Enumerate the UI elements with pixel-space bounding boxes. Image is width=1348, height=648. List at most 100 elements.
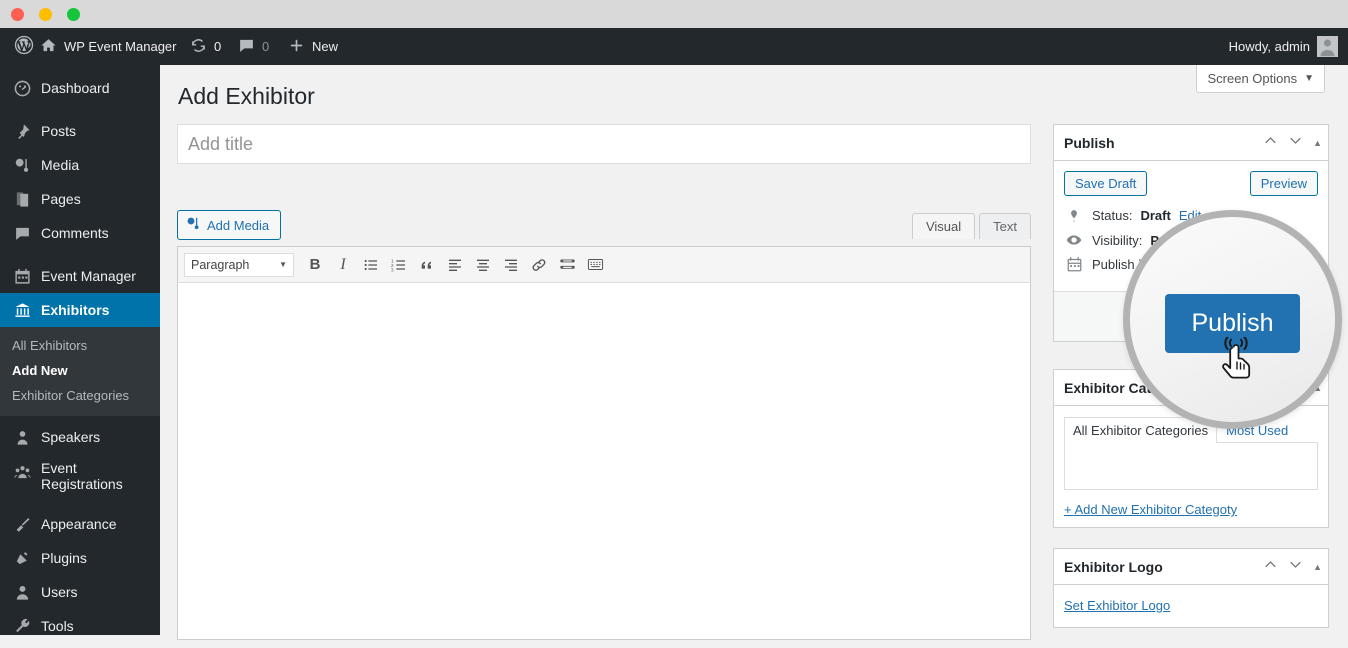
sidebar-item-appearance[interactable]: Appearance: [0, 507, 160, 541]
logo-box-title: Exhibitor Logo: [1064, 558, 1163, 575]
sidebar-item-users[interactable]: Users: [0, 575, 160, 609]
window-close-button[interactable]: [11, 8, 24, 21]
wordpress-logo-button[interactable]: [8, 28, 40, 65]
screen-options-button[interactable]: Screen Options ▼: [1196, 65, 1325, 93]
publish-box-title: Publish: [1064, 134, 1115, 151]
post-editor: Add Media Visual Text Paragraph ▼ B I 12…: [177, 210, 1031, 640]
post-title-input[interactable]: Add title: [177, 124, 1031, 164]
calendar-icon: [1064, 257, 1084, 272]
toolbar-toggle-icon[interactable]: [582, 252, 608, 278]
site-name-menu[interactable]: WP Event Manager: [40, 28, 176, 65]
set-exhibitor-logo-link[interactable]: Set Exhibitor Logo: [1064, 598, 1170, 613]
pin-marker-icon: [1064, 209, 1084, 223]
media-icon: [186, 216, 201, 234]
status-value: Draft: [1140, 208, 1171, 223]
sidebar-item-exhibitors[interactable]: Exhibitors: [0, 293, 160, 327]
move-up-icon[interactable]: [1263, 557, 1278, 577]
screen-options-label: Screen Options: [1207, 71, 1298, 86]
sidebar-label: Event Registrations: [41, 460, 123, 493]
postbox-handles: ▲: [1263, 125, 1322, 161]
toggle-panel-icon[interactable]: ▲: [1313, 138, 1322, 148]
add-new-exhibitor-category-link[interactable]: + Add New Exhibitor Categoty: [1064, 502, 1318, 517]
comments-icon: [12, 223, 32, 243]
new-content-menu[interactable]: New: [288, 28, 338, 65]
sidebar-item-exhibitor-categories[interactable]: Exhibitor Categories: [0, 383, 160, 408]
window-minimize-button[interactable]: [39, 8, 52, 21]
sidebar-item-event-manager[interactable]: Event Manager: [0, 259, 160, 293]
page-title: Add Exhibitor: [178, 83, 315, 109]
category-checklist[interactable]: [1064, 443, 1318, 490]
editor-content-area[interactable]: [177, 283, 1031, 640]
wrench-icon: [12, 616, 32, 636]
sidebar-label: Appearance: [41, 516, 117, 532]
tab-visual[interactable]: Visual: [911, 213, 976, 239]
sidebar-label: Tools: [41, 618, 74, 634]
brush-icon: [12, 514, 32, 534]
align-left-icon[interactable]: [442, 252, 468, 278]
status-label: Status:: [1092, 208, 1133, 223]
site-name-label: WP Event Manager: [64, 39, 177, 54]
sidebar-item-add-new[interactable]: Add New: [0, 358, 160, 383]
updates-menu[interactable]: 0: [190, 28, 221, 65]
sidebar-label: Plugins: [41, 550, 87, 566]
sidebar-label: Speakers: [41, 429, 101, 445]
click-hand-cursor: [1218, 336, 1258, 383]
plug-icon: [12, 548, 32, 568]
sidebar-item-dashboard[interactable]: Dashboard: [0, 71, 160, 105]
sidebar-label: Event Manager: [41, 268, 136, 284]
add-media-button[interactable]: Add Media: [177, 210, 282, 240]
bold-icon[interactable]: B: [302, 252, 328, 278]
calendar-icon: [12, 266, 32, 286]
exhibitor-logo-box: Exhibitor Logo ▲ Set Exhibitor Logo: [1053, 548, 1329, 628]
svg-text:3: 3: [391, 267, 394, 272]
publish-actions-row: Save Draft Preview: [1064, 171, 1318, 196]
user-icon: [12, 582, 32, 602]
preview-button[interactable]: Preview: [1249, 171, 1318, 196]
sidebar-item-event-registrations[interactable]: Event Registrations: [0, 454, 160, 498]
tab-text[interactable]: Text: [979, 213, 1031, 239]
admin-sidebar-menu: Dashboard Posts Media Pages Comments Eve…: [0, 65, 160, 635]
new-label: New: [312, 39, 339, 54]
logo-box-body: Set Exhibitor Logo: [1054, 585, 1328, 627]
editor-toolbar: Paragraph ▼ B I 123: [177, 246, 1031, 283]
logo-box-header: Exhibitor Logo ▲: [1054, 549, 1328, 585]
move-down-icon[interactable]: [1288, 557, 1303, 577]
sidebar-label: Pages: [41, 191, 81, 207]
sidebar-label: Exhibitors: [41, 302, 110, 318]
toggle-panel-icon[interactable]: ▲: [1313, 562, 1322, 572]
comments-menu[interactable]: 0: [238, 28, 269, 65]
save-draft-button[interactable]: Save Draft: [1064, 171, 1148, 196]
wp-admin-bar: WP Event Manager 0 0 New Howdy, admin: [0, 28, 1348, 65]
sidebar-item-speakers[interactable]: Speakers: [0, 420, 160, 454]
media-icon: [12, 155, 32, 175]
sidebar-item-tools[interactable]: Tools: [0, 609, 160, 643]
comments-count: 0: [262, 39, 270, 54]
format-select[interactable]: Paragraph ▼: [184, 252, 294, 277]
numbered-list-icon[interactable]: 123: [386, 252, 412, 278]
sidebar-item-media[interactable]: Media: [0, 148, 160, 182]
sidebar-item-pages[interactable]: Pages: [0, 182, 160, 216]
categories-box-body: All Exhibitor Categories Most Used + Add…: [1054, 406, 1328, 527]
bulleted-list-icon[interactable]: [358, 252, 384, 278]
insert-link-icon[interactable]: [526, 252, 552, 278]
updates-count: 0: [214, 39, 222, 54]
move-down-icon[interactable]: [1288, 133, 1303, 153]
sidebar-label: Dashboard: [41, 80, 110, 96]
align-center-icon[interactable]: [470, 252, 496, 278]
account-menu[interactable]: Howdy, admin: [1229, 28, 1338, 65]
move-up-icon[interactable]: [1263, 133, 1278, 153]
eye-icon: [1064, 232, 1084, 248]
sidebar-item-posts[interactable]: Posts: [0, 114, 160, 148]
sidebar-item-plugins[interactable]: Plugins: [0, 541, 160, 575]
sidebar-item-comments[interactable]: Comments: [0, 216, 160, 250]
window-maximize-button[interactable]: [67, 8, 80, 21]
home-icon: [40, 37, 57, 57]
align-right-icon[interactable]: [498, 252, 524, 278]
title-placeholder: Add title: [188, 133, 254, 154]
blockquote-icon[interactable]: [414, 252, 440, 278]
format-select-value: Paragraph: [191, 257, 250, 272]
sidebar-item-all-exhibitors[interactable]: All Exhibitors: [0, 333, 160, 358]
read-more-icon[interactable]: [554, 252, 580, 278]
italic-icon[interactable]: I: [330, 252, 356, 278]
exhibitors-submenu: All Exhibitors Add New Exhibitor Categor…: [0, 327, 160, 416]
